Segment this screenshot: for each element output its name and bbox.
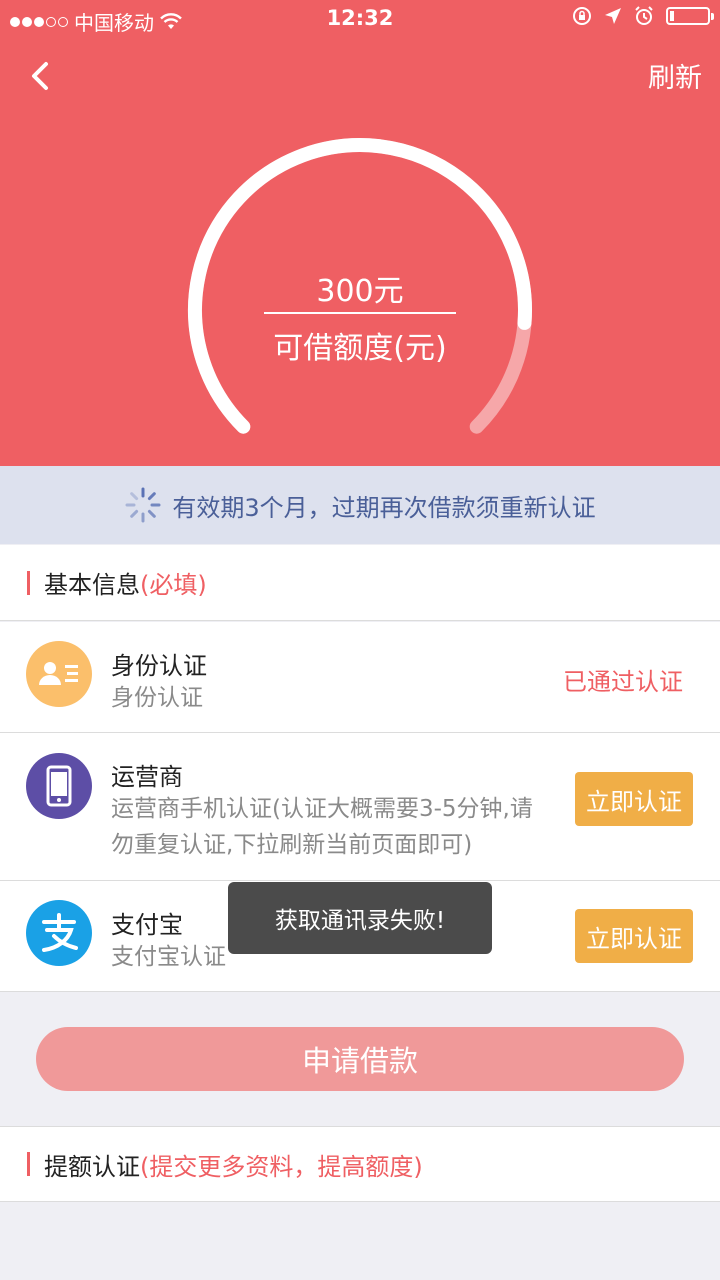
extra-credit-header[interactable]: 提额认证 (提交更多资料，提高额度) [0,1126,720,1202]
back-icon[interactable] [24,58,60,94]
alipay-icon [26,900,92,966]
status-bar: 中国移动 12:32 [0,0,720,38]
header: 中国移动 12:32 刷新 300元 可借额度(元) [0,0,720,466]
carrier-subtitle-line2: 勿重复认证,下拉刷新当前页面即可) [111,832,473,858]
identity-subtitle: 身份认证 [111,685,203,711]
credit-amount: 300元 [264,266,456,314]
basic-info-header: 基本信息 (必填) [0,545,720,621]
location-icon [605,8,621,24]
refresh-button[interactable]: 刷新 [648,56,702,95]
carrier-subtitle-line1: 运营商手机认证(认证大概需要3-5分钟,请 [111,796,533,822]
id-card-icon [26,641,92,707]
alipay-title: 支付宝 [111,911,183,939]
battery-icon [666,7,714,25]
list-item-carrier[interactable]: 运营商 运营商手机认证(认证大概需要3-5分钟,请 勿重复认证,下拉刷新当前页面… [0,733,720,881]
basic-info-title: 基本信息 [44,571,140,599]
section-marker [27,570,30,595]
loading-spinner-icon [125,487,161,523]
identity-status: 已通过认证 [563,668,683,696]
phone-icon [26,753,92,819]
extra-credit-title: 提额认证 [44,1152,140,1181]
error-toast: 获取通讯录失败! [228,882,492,954]
validity-notice-text: 有效期3个月，过期再次借款须重新认证 [172,493,596,522]
extra-credit-note: (提交更多资料，提高额度) [140,1152,423,1181]
list-item-identity[interactable]: 身份认证 身份认证 已通过认证 [0,622,720,733]
rotation-lock-icon [573,7,591,25]
identity-title: 身份认证 [111,652,207,680]
required-label: (必填) [140,571,207,599]
carrier-verify-button[interactable]: 立即认证 [575,772,693,826]
apply-loan-button[interactable]: 申请借款 [36,1027,684,1091]
credit-amount-label: 可借额度(元) [273,331,447,366]
validity-notice: 有效期3个月，过期再次借款须重新认证 [0,466,720,544]
carrier-title: 运营商 [111,763,183,791]
alipay-verify-button[interactable]: 立即认证 [575,909,693,963]
alipay-subtitle: 支付宝认证 [111,944,226,970]
alarm-icon [635,6,653,25]
section-marker [27,1152,30,1176]
